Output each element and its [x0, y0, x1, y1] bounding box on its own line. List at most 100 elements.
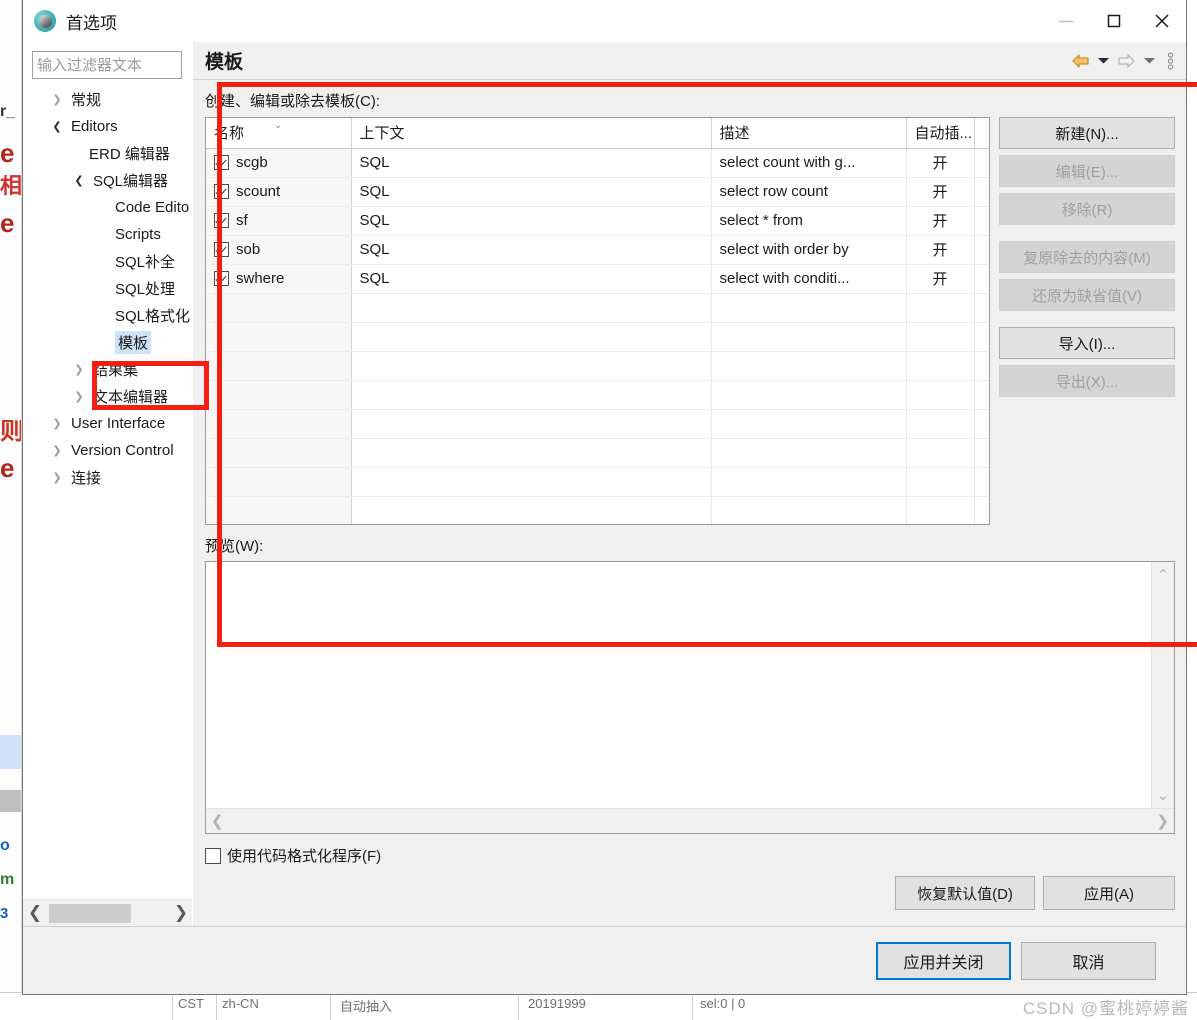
sidebar-item-label: SQL格式化: [115, 308, 191, 325]
sidebar-item-version-control[interactable]: ❯ Version Control: [23, 437, 192, 464]
preview-text-area[interactable]: [206, 562, 1151, 808]
forward-arrow-icon[interactable]: [1117, 53, 1136, 69]
preferences-tree-panel: ❯ 常规 ❮ Editors ERD 编辑器 ❮ SQL编辑器 Code Edi…: [23, 42, 193, 926]
cell-name-label: sob: [236, 241, 261, 258]
preview-vertical-scrollbar[interactable]: ⌃ ⌄: [1151, 562, 1174, 808]
column-header-name[interactable]: ⌄ 名称: [206, 118, 352, 149]
cell-name-label: scgb: [236, 154, 268, 171]
minimize-button[interactable]: [1042, 0, 1090, 42]
bg-text-fragment: 则: [0, 420, 22, 444]
chevron-right-icon[interactable]: ❯: [71, 363, 87, 376]
back-arrow-icon[interactable]: [1071, 53, 1090, 69]
chevron-right-icon[interactable]: ❯: [49, 417, 65, 430]
sidebar-item-sql-editor[interactable]: ❮ SQL编辑器: [23, 167, 192, 194]
bg-status-separator: [518, 994, 519, 1020]
chevron-right-icon[interactable]: ❯: [49, 471, 65, 484]
sidebar-item-result-set[interactable]: ❯ 结果集: [23, 356, 192, 383]
row-checkbox[interactable]: [214, 242, 229, 257]
table-row[interactable]: sob SQL select with order by 开: [206, 235, 989, 265]
chevron-left-icon[interactable]: ❮: [211, 812, 224, 830]
column-header-label: 自动插...: [914, 125, 973, 143]
sidebar-item-label: Code Edito: [115, 199, 190, 216]
sidebar-item-sql-formatting[interactable]: SQL格式化: [23, 302, 192, 329]
import-button[interactable]: 导入(I)...: [999, 327, 1175, 359]
sidebar-item-user-interface[interactable]: ❯ User Interface: [23, 410, 192, 437]
close-button[interactable]: [1138, 0, 1186, 42]
row-checkbox[interactable]: [214, 271, 229, 286]
cell-description: select with order by: [711, 235, 907, 265]
bg-status-separator: [216, 994, 217, 1020]
bg-status-item: sel:0 | 0: [700, 996, 746, 1011]
cancel-button[interactable]: 取消: [1021, 941, 1156, 980]
table-row[interactable]: swhere SQL select with conditi... 开: [206, 264, 989, 294]
restore-removed-button[interactable]: 复原除去的内容(M): [999, 241, 1175, 273]
filter-box[interactable]: [32, 51, 182, 79]
restore-defaults-page-button[interactable]: 恢复默认值(D): [895, 876, 1035, 910]
chevron-down-icon[interactable]: ⌄: [1157, 782, 1170, 808]
new-button[interactable]: 新建(N)...: [999, 117, 1175, 149]
apply-and-close-button[interactable]: 应用并关闭: [876, 941, 1011, 980]
chevron-right-icon[interactable]: ❯: [49, 93, 65, 106]
sidebar-item-sql-processing[interactable]: SQL处理: [23, 275, 192, 302]
templates-table-container[interactable]: ⌄ 名称 上下文 描述 自动插... scgb SQL select count…: [205, 117, 990, 525]
use-code-formatter-label: 使用代码格式化程序(F): [227, 848, 382, 865]
table-row-empty: [206, 380, 989, 410]
bg-text-fragment: e: [0, 455, 15, 481]
sidebar-item-sql-completion[interactable]: SQL补全: [23, 248, 192, 275]
chevron-up-icon[interactable]: ⌃: [1157, 562, 1170, 588]
csdn-watermark: CSDN @蜜桃婷婷酱: [1022, 999, 1189, 1018]
section-label: 创建、编辑或除去模板(C):: [205, 93, 380, 110]
table-row-empty: [206, 409, 989, 439]
sidebar-item-connections[interactable]: ❯ 连接: [23, 464, 192, 491]
column-header-extra[interactable]: [974, 118, 989, 149]
edit-button[interactable]: 编辑(E)...: [999, 155, 1175, 187]
sidebar-item-label: User Interface: [71, 415, 166, 432]
table-row[interactable]: scount SQL select row count 开: [206, 177, 989, 207]
cell-name[interactable]: scount: [206, 177, 352, 207]
cell-name[interactable]: swhere: [206, 264, 352, 294]
cell-extra: [974, 148, 989, 178]
chevron-down-icon[interactable]: [1097, 56, 1110, 65]
row-checkbox[interactable]: [214, 155, 229, 170]
row-checkbox[interactable]: [214, 213, 229, 228]
bg-status-item: 自动抽入: [340, 999, 393, 1014]
cell-name[interactable]: sob: [206, 235, 352, 265]
chevron-right-icon[interactable]: ❯: [49, 444, 65, 457]
chevron-down-icon[interactable]: ❮: [71, 174, 87, 187]
sidebar-item-templates[interactable]: 模板: [23, 329, 192, 356]
export-button[interactable]: 导出(X)...: [999, 365, 1175, 397]
tree-horizontal-scrollbar[interactable]: ❮ ❯: [23, 899, 192, 926]
maximize-button[interactable]: [1090, 0, 1138, 42]
sidebar-item-scripts[interactable]: Scripts: [23, 221, 192, 248]
chevron-right-icon[interactable]: ❯: [1156, 812, 1169, 830]
table-row[interactable]: sf SQL select * from 开: [206, 206, 989, 236]
bg-text-fragment: 相: [0, 175, 22, 197]
restore-defaults-button[interactable]: 还原为缺省值(V): [999, 279, 1175, 311]
use-code-formatter-checkbox[interactable]: [205, 847, 221, 864]
remove-button[interactable]: 移除(R): [999, 193, 1175, 225]
table-row[interactable]: scgb SQL select count with g... 开: [206, 148, 989, 178]
scrollbar-thumb[interactable]: [49, 903, 131, 923]
cell-name[interactable]: scgb: [206, 148, 352, 178]
sidebar-item-editors[interactable]: ❮ Editors: [23, 113, 192, 140]
chevron-right-icon[interactable]: ❯: [169, 903, 192, 923]
cell-name[interactable]: sf: [206, 206, 352, 236]
column-header-autoinsert[interactable]: 自动插...: [906, 118, 975, 149]
filter-input[interactable]: [33, 52, 181, 78]
preview-horizontal-scrollbar[interactable]: ❮ ❯: [206, 808, 1174, 833]
chevron-down-icon[interactable]: [1143, 56, 1156, 65]
row-checkbox[interactable]: [214, 184, 229, 199]
dialog-footer: 应用并关闭 取消: [23, 926, 1186, 994]
apply-button[interactable]: 应用(A): [1043, 876, 1175, 910]
column-header-description[interactable]: 描述: [711, 118, 907, 149]
sidebar-item-text-editor[interactable]: ❯ 文本编辑器: [23, 383, 192, 410]
more-vertical-icon[interactable]: [1167, 51, 1174, 71]
sidebar-item-erd-editor[interactable]: ERD 编辑器: [23, 140, 192, 167]
use-code-formatter-row[interactable]: 使用代码格式化程序(F): [193, 834, 1186, 866]
chevron-right-icon[interactable]: ❯: [71, 390, 87, 403]
sidebar-item-code-editor[interactable]: Code Edito: [23, 194, 192, 221]
chevron-down-icon[interactable]: ❮: [49, 120, 65, 133]
column-header-context[interactable]: 上下文: [351, 118, 712, 149]
chevron-left-icon[interactable]: ❮: [23, 903, 47, 923]
sidebar-item-general[interactable]: ❯ 常规: [23, 86, 192, 113]
